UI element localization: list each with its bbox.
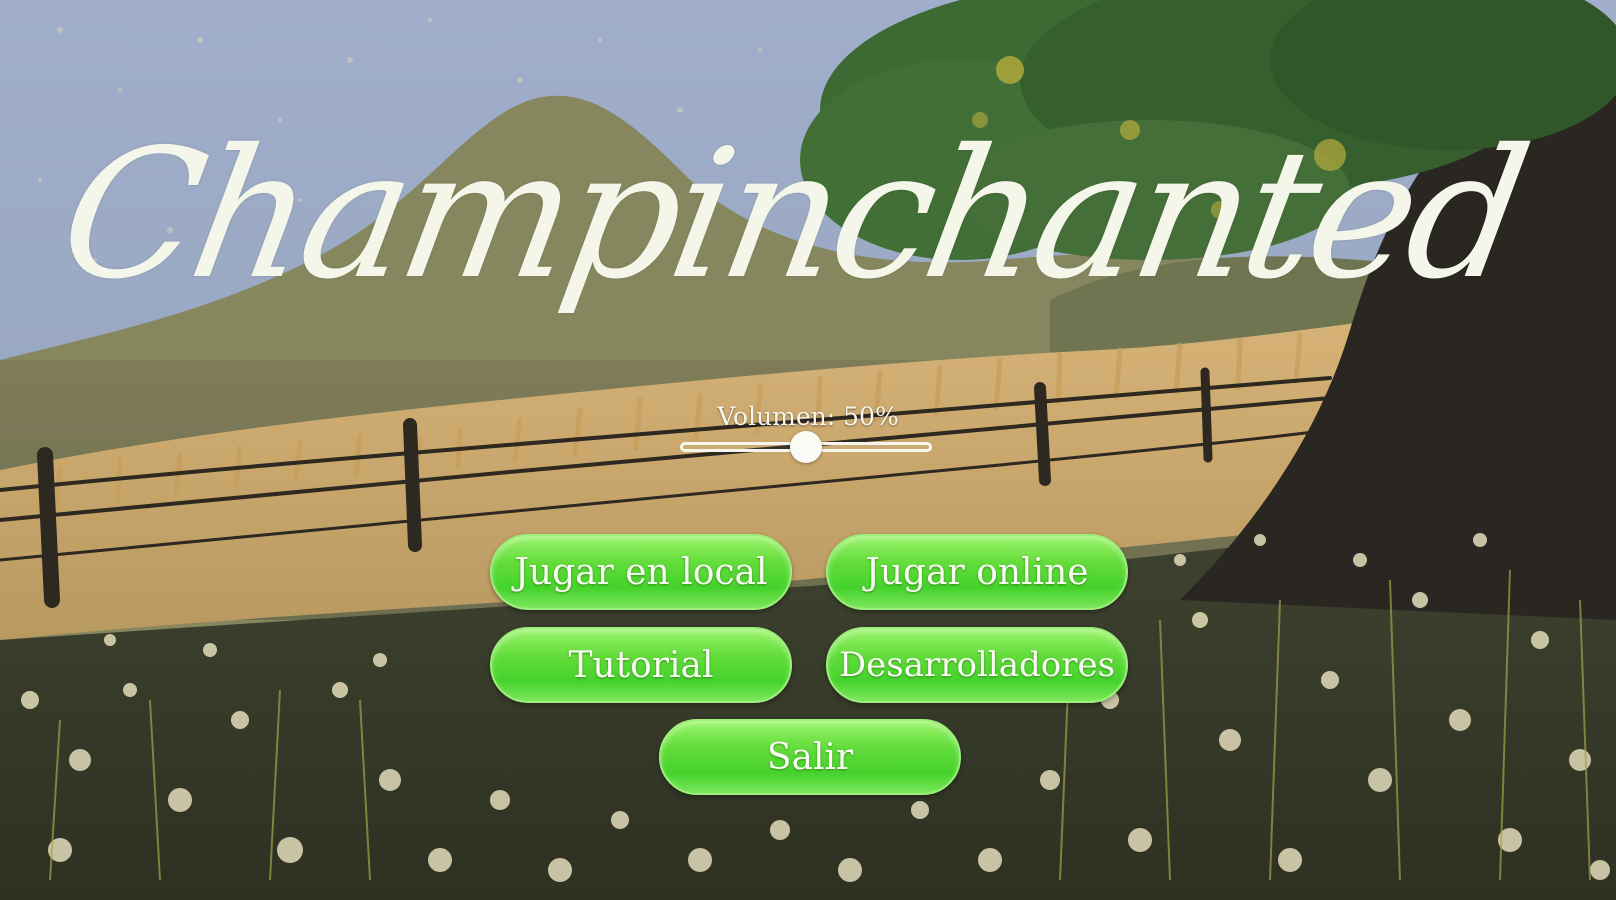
- volume-slider-thumb[interactable]: [790, 431, 822, 463]
- developers-button[interactable]: Desarrolladores: [826, 627, 1128, 703]
- main-menu-screen: Champinchanted Volumen: 50% Jugar en loc…: [0, 0, 1616, 900]
- play-online-button[interactable]: Jugar online: [826, 534, 1128, 610]
- volume-control: Volumen: 50%: [680, 400, 936, 480]
- game-title: Champinchanted: [47, 111, 1538, 318]
- play-local-button[interactable]: Jugar en local: [490, 534, 792, 610]
- exit-button[interactable]: Salir: [659, 719, 961, 795]
- volume-label: Volumen: 50%: [717, 402, 899, 431]
- tutorial-button[interactable]: Tutorial: [490, 627, 792, 703]
